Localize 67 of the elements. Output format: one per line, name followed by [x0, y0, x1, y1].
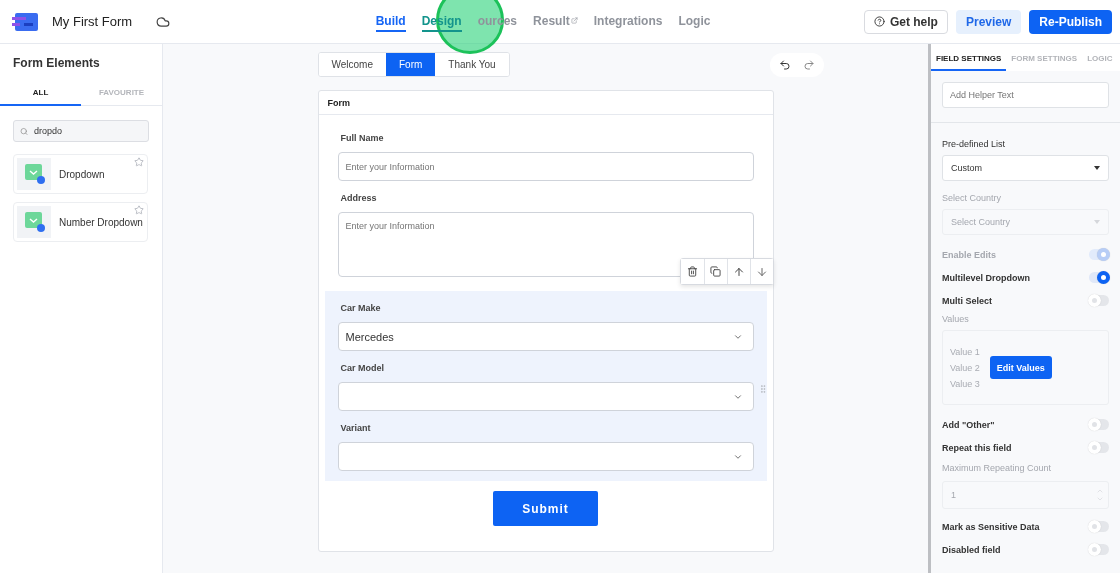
- field-label: Car Make: [340, 303, 382, 313]
- dropdown-element-icon: [17, 206, 51, 238]
- panel-title: Form Elements: [12, 55, 101, 70]
- helper-text-field[interactable]: Add Helper Text: [942, 82, 1109, 108]
- toggle-switch[interactable]: [1089, 419, 1109, 430]
- page-tab[interactable]: Form: [386, 53, 436, 76]
- value-text: Value 3: [950, 378, 980, 389]
- help-icon: [873, 16, 885, 27]
- setting-select[interactable]: Custom: [942, 155, 1109, 181]
- setting-label: Select Country: [942, 193, 1003, 203]
- toggle-switch[interactable]: [1089, 521, 1109, 532]
- arrow-down-icon[interactable]: [749, 259, 773, 284]
- external-link-icon: [570, 17, 578, 24]
- star-icon[interactable]: [134, 205, 144, 215]
- preview-button[interactable]: Preview: [955, 9, 1022, 34]
- submit-button[interactable]: Submit: [493, 491, 598, 526]
- setting-label: Mark as Sensitive Data: [942, 521, 1040, 532]
- redo-icon[interactable]: [802, 58, 815, 71]
- search-icon: [20, 126, 29, 136]
- value-text: Value 2: [950, 362, 980, 373]
- delete-icon[interactable]: [680, 259, 704, 284]
- element-card[interactable]: Number Dropdown: [13, 202, 148, 242]
- toggle-switch[interactable]: [1089, 544, 1109, 555]
- nav-tab[interactable]: Integrations: [593, 11, 663, 32]
- undo-icon[interactable]: [778, 58, 791, 71]
- setting-label: Multi Select: [942, 295, 992, 306]
- cloud-saved-icon: [156, 14, 171, 29]
- field-label: Address: [340, 193, 378, 203]
- element-card[interactable]: Dropdown: [13, 154, 148, 194]
- form-heading: Form: [318, 91, 773, 115]
- element-label: Dropdown: [59, 168, 105, 180]
- toggle-switch[interactable]: [1089, 295, 1109, 306]
- arrow-up-icon[interactable]: [726, 259, 750, 284]
- search-input[interactable]: dropdo: [32, 125, 142, 137]
- setting-label: Repeat this field: [942, 442, 1012, 453]
- field-label: Car Model: [340, 363, 385, 373]
- panel-tab[interactable]: ALL: [0, 80, 81, 106]
- search-field[interactable]: dropdo: [13, 120, 149, 142]
- nav-tab[interactable]: Logic: [678, 11, 711, 32]
- element-label: Number Dropdown: [59, 216, 143, 228]
- setting-label: Values: [942, 314, 970, 324]
- publish-button[interactable]: Re-Publish: [1029, 9, 1112, 34]
- copy-icon[interactable]: [703, 259, 727, 284]
- setting-label: Add "Other": [942, 419, 995, 430]
- toggle-switch[interactable]: [1089, 442, 1109, 453]
- dropdown-element-icon: [17, 158, 51, 190]
- dropdown-field[interactable]: [337, 442, 754, 471]
- setting-label: Disabled field: [942, 544, 1001, 555]
- value-text: Value 1: [950, 346, 980, 357]
- setting-label: Pre-defined List: [942, 139, 1007, 149]
- help-button[interactable]: Get help: [863, 9, 948, 34]
- logo-icon: [12, 12, 38, 31]
- nav-tab[interactable]: Result: [533, 11, 578, 32]
- form-title: My First Form: [52, 14, 133, 29]
- dropdown-field[interactable]: Mercedes: [337, 322, 754, 351]
- dropdown-field[interactable]: [337, 382, 754, 411]
- text-field[interactable]: Enter your Information: [337, 152, 754, 181]
- setting-label: Enable Edits: [942, 249, 996, 260]
- field-label: Full Name: [340, 133, 385, 143]
- toggle-switch[interactable]: [1089, 272, 1109, 283]
- field-label: Variant: [340, 423, 372, 433]
- setting-label: Multilevel Dropdown: [942, 272, 1030, 283]
- nav-tab[interactable]: Build: [375, 11, 406, 32]
- star-icon[interactable]: [134, 157, 144, 167]
- settings-tab[interactable]: FIELD SETTINGS: [931, 44, 1007, 71]
- text-area[interactable]: Enter your Information: [337, 212, 754, 277]
- setting-label: Maximum Repeating Count: [942, 463, 1053, 473]
